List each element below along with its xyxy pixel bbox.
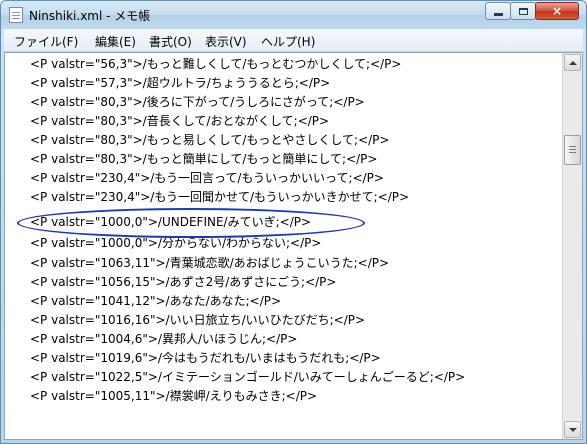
arrow-down-icon	[568, 427, 577, 432]
menu-file[interactable]: ファイル(F)	[14, 33, 78, 50]
maximize-button[interactable]	[510, 2, 536, 20]
text-line: <P valstr="1000,0">/分からない/わからない;</P>	[30, 236, 322, 250]
minimize-icon	[493, 12, 503, 16]
close-button[interactable]: ×	[535, 2, 579, 20]
text-editor[interactable]: <P valstr="56,3">/もっと難しくして/もっとむつかしくして;</…	[4, 52, 583, 440]
scrollbar-thumb[interactable]	[564, 135, 581, 165]
menu-format[interactable]: 書式(O)	[149, 33, 192, 50]
close-icon: ×	[551, 4, 563, 18]
window-title: Ninshiki.xml - メモ帳	[29, 9, 151, 23]
text-line: <P valstr="230,4">/もう一回聞かせて/もういっかいきかせて;<…	[30, 190, 410, 204]
text-line-highlighted: <P valstr="1000,0">/UNDEFINE/みていぎ;</P>	[30, 215, 312, 229]
text-line: <P valstr="1063,11">/青葉城恋歌/あおばじょうこいうた;</…	[30, 256, 390, 270]
text-line: <P valstr="80,3">/もっと簡単にして/もっと簡単にして;</P>	[30, 152, 378, 166]
menu-edit[interactable]: 編集(E)	[95, 33, 136, 50]
text-line: <P valstr="1041,12">/あなた/あなた;</P>	[30, 294, 282, 308]
menu-help[interactable]: ヘルプ(H)	[261, 33, 315, 50]
maximize-icon	[518, 7, 528, 15]
scroll-up-button[interactable]	[564, 54, 581, 71]
menu-view[interactable]: 表示(V)	[205, 33, 247, 50]
text-line: <P valstr="80,3">/後ろに下がって/うしろにさがって;</P>	[30, 95, 365, 109]
menu-bar: ファイル(F) 編集(E) 書式(O) 表示(V) ヘルプ(H)	[4, 29, 583, 52]
notepad-app-icon[interactable]	[9, 7, 23, 23]
text-line: <P valstr="1019,6">/今はもうだれも/いまはもうだれも;</P…	[30, 351, 381, 365]
text-line: <P valstr="57,3">/超ウルトラ/ちょううるとら;</P>	[30, 76, 331, 90]
text-line: <P valstr="80,3">/音長くして/おとながくして;</P>	[30, 114, 330, 128]
text-line: <P valstr="1022,5">/イミテーションゴールド/いみてーしょんご…	[30, 370, 466, 384]
arrow-up-icon	[568, 60, 577, 65]
title-bar[interactable]: Ninshiki.xml - メモ帳 ×	[1, 1, 586, 29]
vertical-scrollbar[interactable]	[562, 53, 582, 439]
text-line: <P valstr="1004,6">/異邦人/いほうじん;</P>	[30, 332, 298, 346]
notepad-window: Ninshiki.xml - メモ帳 × ファイル(F) 編集(E) 書式(O)…	[0, 0, 587, 444]
text-line: <P valstr="56,3">/もっと難しくして/もっとむつかしくして;</…	[30, 57, 402, 71]
text-line: <P valstr="230,4">/もう一回言って/もういっかいいって;</P…	[30, 171, 384, 185]
text-line: <P valstr="1005,11">/襟裳岬/えりもみさき;</P>	[30, 389, 318, 403]
minimize-button[interactable]	[485, 2, 511, 20]
text-line: <P valstr="80,3">/もっと易しくして/もっとやさしくして;</P…	[30, 133, 390, 147]
scroll-down-button[interactable]	[564, 421, 581, 438]
text-line: <P valstr="1016,16">/いい日旅立ち/いいひたびだち;</P>	[30, 313, 366, 327]
text-line: <P valstr="1056,15">/あずさ2号/あずさにごう;</P>	[30, 275, 337, 289]
